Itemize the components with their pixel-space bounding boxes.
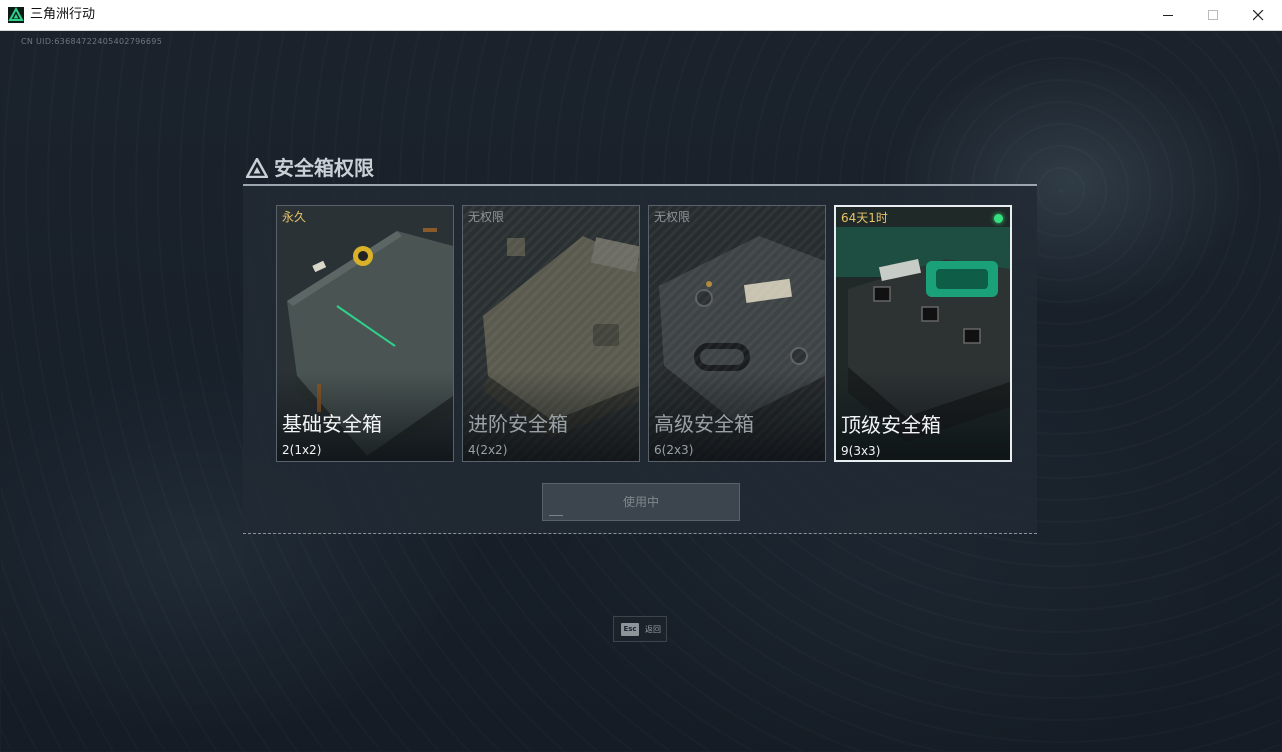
card-name: 基础安全箱: [282, 412, 382, 436]
card-status: 永久: [282, 210, 307, 224]
dialog-title-text: 安全箱权限: [274, 156, 374, 180]
safe-box-card-high[interactable]: 无权限 高级安全箱 6(2x3): [648, 205, 826, 462]
window-titlebar: 三角洲行动: [0, 0, 1282, 31]
card-name: 顶级安全箱: [841, 413, 941, 437]
dialog-title: 安全箱权限: [244, 155, 374, 181]
in-use-button-label: 使用中: [622, 495, 659, 509]
card-name: 进阶安全箱: [468, 412, 568, 436]
active-indicator-icon: [994, 214, 1003, 223]
player-uid: CN UID:6368472240540279669​5: [21, 37, 163, 46]
safe-box-card-basic[interactable]: 永久 基础安全箱 2(1x2): [276, 205, 454, 462]
window-title: 三角洲行动: [30, 7, 96, 22]
card-capacity: 6(2x3): [654, 443, 694, 457]
card-status: 无权限: [468, 210, 505, 224]
minimize-button[interactable]: [1145, 0, 1191, 31]
card-capacity: 2(1x2): [282, 443, 322, 457]
close-button[interactable]: [1235, 0, 1281, 31]
card-capacity: 9(3x3): [841, 444, 881, 458]
card-capacity: 4(2x2): [468, 443, 508, 457]
maximize-button[interactable]: [1190, 0, 1236, 31]
card-status: 无权限: [654, 210, 691, 224]
card-status: 64天1时: [841, 211, 888, 225]
safe-box-card-top[interactable]: 64天1时 顶级安全箱 9(3x3): [834, 205, 1012, 462]
delta-logo-icon: [244, 156, 270, 179]
app-logo-icon: [8, 7, 24, 23]
safe-box-card-advanced[interactable]: 无权限 进阶安全箱 4(2x2): [462, 205, 640, 462]
in-use-button[interactable]: 使用中: [542, 483, 740, 521]
card-name: 高级安全箱: [654, 412, 754, 436]
back-button[interactable]: Esc 返回: [613, 616, 667, 642]
esc-key-icon: Esc: [621, 623, 639, 636]
back-label: 返回: [645, 625, 661, 634]
